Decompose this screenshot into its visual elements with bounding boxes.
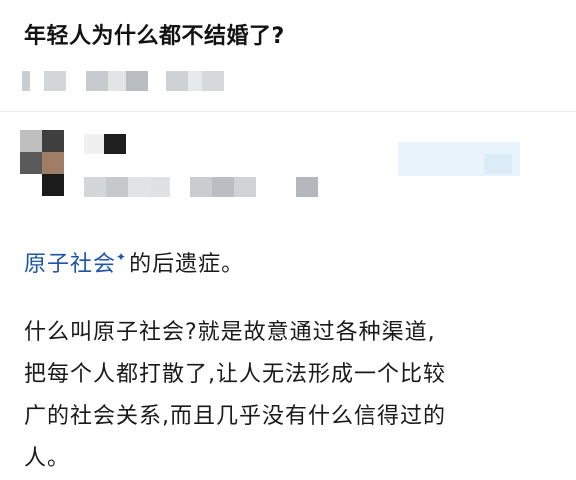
author-name-blurred	[84, 134, 126, 154]
paragraph-line: 什么叫原子社会?就是故意通过各种渠道,	[24, 320, 436, 345]
paragraph-line: 把每个人都打散了,让人无法形成一个比较	[24, 362, 446, 387]
lead-suffix: 的后遗症。	[129, 252, 245, 277]
sparkle-icon: ✦	[116, 250, 128, 264]
answer-paragraph: 什么叫原子社会?就是故意通过各种渠道, 把每个人都打散了,让人无法形成一个比较 …	[24, 312, 564, 480]
avatar[interactable]	[20, 130, 64, 196]
author-bio-blurred	[84, 176, 318, 198]
answer-lead: 原子社会✦的后遗症。	[24, 244, 564, 288]
question-meta-blurred	[22, 70, 224, 92]
answer-page: 年轻人为什么都不结婚了? 原子社会✦的后遗症。 什么叫原子社会?就是故意通过各种…	[0, 0, 576, 480]
section-divider	[0, 111, 576, 112]
term-link[interactable]: 原子社会	[24, 252, 116, 277]
question-title[interactable]: 年轻人为什么都不结婚了?	[24, 18, 285, 50]
paragraph-line: 广的社会关系,而且几乎没有什么信得过的	[24, 404, 446, 429]
paragraph-line: 人。	[24, 446, 71, 471]
follow-button-blurred-edge	[484, 154, 512, 174]
